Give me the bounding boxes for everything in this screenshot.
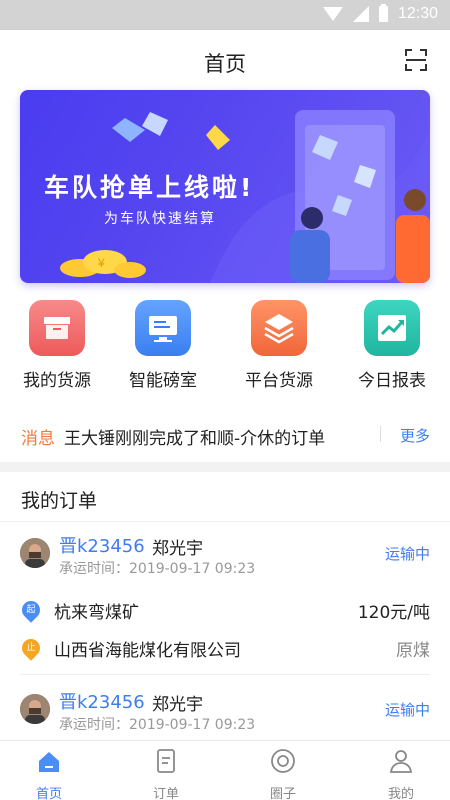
quick-platform-cargo[interactable]: 平台货源 — [224, 300, 334, 391]
route-origin: 起 杭来弯煤矿 120元/吨 — [0, 595, 450, 625]
notice-bar[interactable]: 消息 王大锤刚刚完成了和顺-介休的订单 更多 — [0, 412, 450, 456]
plate-number: 晋k23456 — [59, 536, 145, 557]
notice-message: 王大锤刚刚完成了和顺-介休的订单 — [64, 429, 326, 449]
quick-today-report[interactable]: 今日报表 — [337, 300, 447, 391]
quick-label: 平台货源 — [245, 371, 313, 391]
tab-label: 首页 — [35, 787, 62, 800]
banner-subtitle: 为车队快速结算 — [104, 211, 216, 227]
promo-banner[interactable]: ¥ 车队抢单上线啦! 为车队快速结算 — [20, 90, 430, 283]
avatar — [20, 694, 50, 724]
status-badge: 运输中 — [384, 545, 430, 563]
tab-label: 我的 — [387, 787, 414, 800]
tab-label: 圈子 — [269, 787, 296, 800]
origin-name: 杭来弯煤矿 — [54, 603, 139, 623]
notice-more-link[interactable]: 更多 — [400, 425, 430, 446]
order-card[interactable]: 晋k23456 郑光宇 承运时间：2019-09-17 09:23 运输中 — [0, 686, 450, 738]
quick-actions: 我的货源 智能磅室 平台货源 今日报表 — [0, 300, 450, 395]
plate-number: 晋k23456 — [59, 692, 145, 713]
carrier-time: 承运时间：2019-09-17 09:23 — [59, 561, 256, 577]
page-title: 首页 — [204, 52, 246, 76]
carrier-time: 承运时间：2019-09-17 09:23 — [59, 717, 256, 733]
app-header: 首页 — [0, 30, 450, 90]
user-icon — [389, 750, 413, 773]
notice-tag: 消息 — [21, 429, 55, 449]
svg-text:¥: ¥ — [97, 256, 105, 270]
trend-chart-icon — [364, 300, 420, 356]
monitor-icon — [135, 300, 191, 356]
wifi-icon — [322, 7, 343, 21]
quick-label: 今日报表 — [358, 371, 426, 391]
divider — [20, 674, 430, 675]
cargo-type: 原煤 — [396, 641, 430, 661]
destination-name: 山西省海能煤化有限公司 — [54, 641, 241, 661]
banner-headline: 车队抢单上线啦! — [44, 173, 255, 202]
tab-mine[interactable]: 我的 — [361, 747, 441, 800]
destination-pin-icon: 止 — [18, 635, 44, 661]
box-icon — [29, 300, 85, 356]
divider — [0, 521, 450, 522]
driver-name: 郑光宇 — [152, 695, 203, 715]
layers-icon — [251, 300, 307, 356]
quick-smart-weigh[interactable]: 智能磅室 — [108, 300, 218, 391]
circle-icon — [271, 749, 295, 773]
scan-icon[interactable] — [404, 48, 428, 72]
origin-pin-icon: 起 — [18, 597, 44, 623]
section-gap — [0, 462, 450, 472]
notice-divider — [380, 426, 381, 442]
battery-icon — [378, 4, 388, 22]
price: 120元/吨 — [357, 603, 430, 623]
tab-orders[interactable]: 订单 — [126, 747, 206, 800]
signal-icon — [352, 6, 369, 22]
tab-circle[interactable]: 圈子 — [243, 747, 323, 800]
status-bar: 12:30 — [0, 0, 450, 30]
status-badge: 运输中 — [384, 701, 430, 719]
bottom-tab-bar: 首页 订单 圈子 我的 — [0, 740, 450, 800]
orders-section-title: 我的订单 — [21, 490, 98, 512]
home-icon — [39, 752, 59, 772]
route-destination: 止 山西省海能煤化有限公司 原煤 — [0, 633, 450, 663]
quick-my-cargo[interactable]: 我的货源 — [2, 300, 112, 391]
quick-label: 我的货源 — [23, 371, 91, 391]
status-time: 12:30 — [397, 5, 438, 22]
avatar — [20, 538, 50, 568]
order-doc-icon — [157, 749, 175, 773]
quick-label: 智能磅室 — [129, 371, 197, 391]
tab-home[interactable]: 首页 — [9, 747, 89, 800]
driver-name: 郑光宇 — [152, 539, 203, 559]
tab-label: 订单 — [152, 787, 179, 800]
